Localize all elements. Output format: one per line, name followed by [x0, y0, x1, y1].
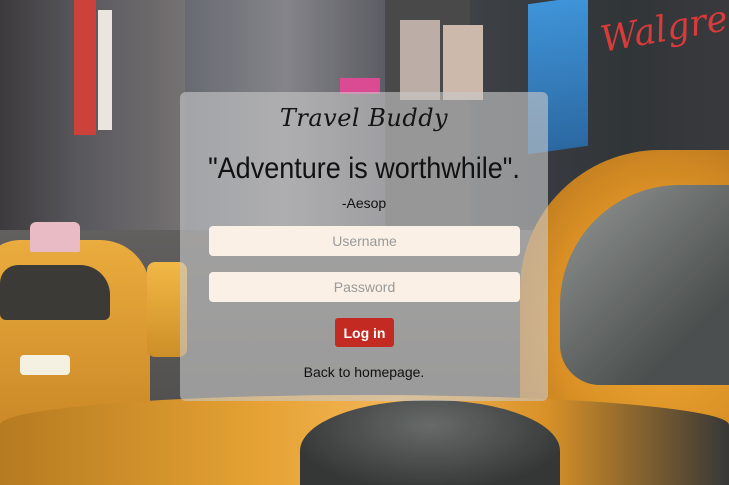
quote-text: "Adventure is worthwhile".: [208, 152, 520, 185]
login-card: Travel Buddy "Adventure is worthwhile". …: [180, 92, 548, 401]
back-to-homepage-link[interactable]: Back to homepage.: [180, 364, 548, 380]
brand-title: Travel Buddy: [279, 104, 449, 132]
login-button[interactable]: Log in: [335, 318, 394, 347]
username-input[interactable]: [209, 226, 520, 256]
login-page: Walgreens Travel Buddy "Adventure is wor…: [0, 0, 729, 485]
password-input[interactable]: [209, 272, 520, 302]
quote-author: -Aesop: [341, 195, 387, 211]
